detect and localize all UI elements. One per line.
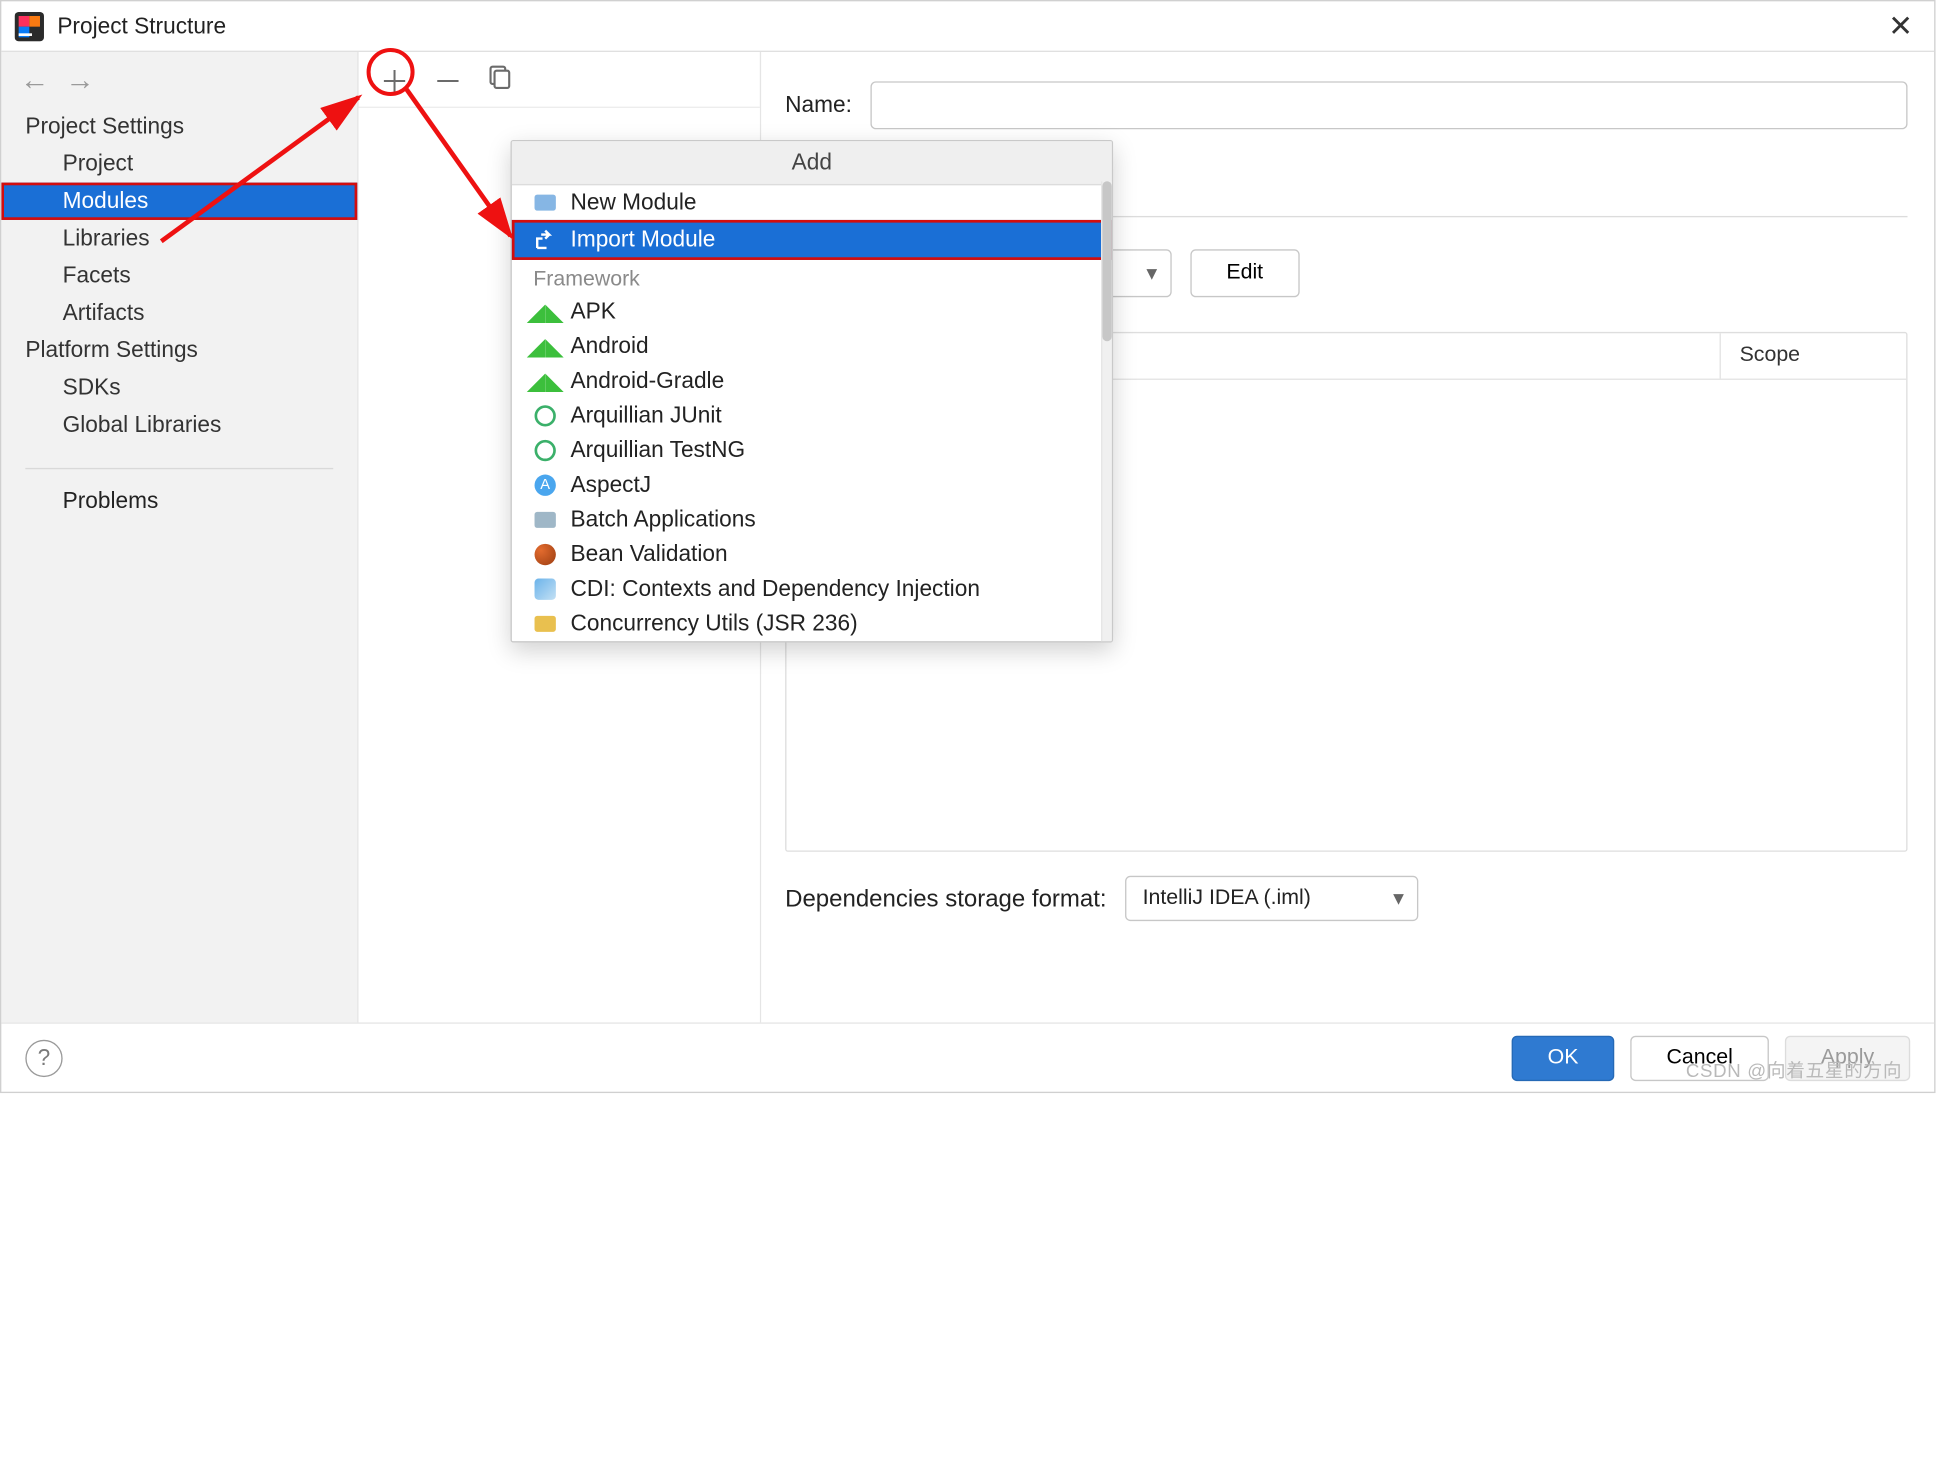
popup-item-label: Android (571, 333, 649, 360)
concurrency-icon (533, 612, 557, 636)
annotation-circle (367, 47, 415, 95)
sidebar-item-libraries[interactable]: Libraries (1, 220, 357, 257)
sidebar-item-problems[interactable]: Problems (1, 480, 357, 520)
sidebar-item-artifacts[interactable]: Artifacts (1, 295, 357, 332)
popup-subheader-framework: Framework (512, 260, 1112, 295)
popup-item-label: AspectJ (571, 472, 652, 499)
sidebar-item-project[interactable]: Project (1, 145, 357, 182)
aspectj-icon: A (533, 473, 557, 497)
cdi-icon (533, 577, 557, 601)
sidebar-group-project-settings: Project Settings (1, 108, 357, 145)
import-icon (533, 228, 557, 252)
sidebar-item-facets[interactable]: Facets (1, 257, 357, 294)
popup-item-bean-validation[interactable]: Bean Validation (512, 537, 1112, 572)
popup-item-label: Batch Applications (571, 507, 756, 534)
window-title: Project Structure (57, 13, 226, 40)
popup-item-label: New Module (571, 189, 697, 216)
popup-item-new-module[interactable]: New Module (512, 185, 1112, 220)
arquillian-icon (533, 439, 557, 463)
android-icon: ◢◣ (533, 369, 557, 393)
popup-item-label: Arquillian JUnit (571, 403, 722, 430)
popup-item-import-module[interactable]: Import Module (512, 220, 1112, 260)
close-button[interactable]: ✕ (1880, 9, 1921, 44)
ok-button[interactable]: OK (1512, 1035, 1615, 1080)
popup-item-label: Arquillian TestNG (571, 437, 746, 464)
popup-scrollbar-thumb[interactable] (1102, 181, 1111, 341)
popup-item-batch-applications[interactable]: Batch Applications (512, 503, 1112, 538)
popup-item-android-gradle[interactable]: ◢◣ Android-Gradle (512, 364, 1112, 399)
remove-module-button[interactable]: － (433, 58, 462, 101)
copy-module-button[interactable] (487, 62, 511, 97)
android-icon: ◢◣ (533, 335, 557, 359)
sidebar: ← → Project Settings Project Modules Lib… (1, 52, 358, 1022)
folder-icon (533, 191, 557, 215)
add-popup: Add New Module Import Module Framework ◢… (511, 140, 1114, 643)
project-structure-dialog: Project Structure ✕ ← → Project Settings… (0, 0, 1936, 1093)
popup-item-cdi[interactable]: CDI: Contexts and Dependency Injection (512, 572, 1112, 607)
help-button[interactable]: ? (25, 1039, 62, 1076)
sidebar-navbar: ← → (1, 52, 357, 108)
popup-item-concurrency-utils[interactable]: Concurrency Utils (JSR 236) (512, 607, 1112, 642)
modules-toolbar: ＋ － (359, 52, 760, 108)
chevron-down-icon: ▾ (1393, 885, 1404, 912)
chevron-down-icon: ▾ (1146, 260, 1157, 287)
back-icon[interactable]: ← (20, 63, 49, 98)
popup-item-apk[interactable]: ◢◣ APK (512, 295, 1112, 330)
popup-item-label: Android-Gradle (571, 368, 725, 395)
popup-item-label: APK (571, 299, 616, 326)
titlebar: Project Structure ✕ (1, 1, 1934, 52)
popup-list: New Module Import Module Framework ◢◣ APK… (512, 185, 1112, 641)
edit-sdk-button[interactable]: Edit (1190, 249, 1299, 297)
popup-item-label: Import Module (571, 227, 716, 254)
arquillian-icon (533, 404, 557, 428)
storage-format-select[interactable]: IntelliJ IDEA (.iml) ▾ (1125, 876, 1418, 921)
sidebar-item-modules[interactable]: Modules (1, 183, 357, 220)
add-module-button[interactable]: ＋ (380, 58, 409, 101)
popup-item-label: Bean Validation (571, 541, 728, 568)
watermark: CSDN @向着五星的方向 (1686, 1057, 1902, 1084)
popup-scrollbar[interactable] (1101, 181, 1112, 641)
popup-item-label: Concurrency Utils (JSR 236) (571, 611, 858, 638)
forward-icon[interactable]: → (65, 63, 94, 98)
batch-icon (533, 508, 557, 532)
sidebar-divider (25, 468, 333, 469)
sidebar-item-sdks[interactable]: SDKs (1, 369, 357, 406)
storage-row: Dependencies storage format: IntelliJ ID… (785, 876, 1907, 921)
sidebar-group-platform-settings: Platform Settings (1, 332, 357, 369)
name-input[interactable] (871, 81, 1908, 129)
popup-item-arquillian-junit[interactable]: Arquillian JUnit (512, 399, 1112, 434)
bean-icon (533, 543, 557, 567)
popup-item-label: CDI: Contexts and Dependency Injection (571, 576, 980, 603)
popup-item-arquillian-testng[interactable]: Arquillian TestNG (512, 433, 1112, 468)
name-row: Name: (785, 81, 1907, 129)
popup-item-aspectj[interactable]: A AspectJ (512, 468, 1112, 503)
sidebar-item-global-libraries[interactable]: Global Libraries (1, 407, 357, 444)
name-label: Name: (785, 92, 852, 119)
storage-label: Dependencies storage format: (785, 884, 1106, 912)
android-icon: ◢◣ (533, 300, 557, 324)
column-scope[interactable]: Scope (1720, 333, 1907, 378)
popup-item-android[interactable]: ◢◣ Android (512, 329, 1112, 364)
intellij-logo-icon (15, 11, 44, 40)
storage-format-value: IntelliJ IDEA (.iml) (1143, 886, 1311, 910)
popup-title: Add (512, 141, 1112, 185)
dialog-footer: ? OK Cancel Apply (1, 1022, 1934, 1091)
